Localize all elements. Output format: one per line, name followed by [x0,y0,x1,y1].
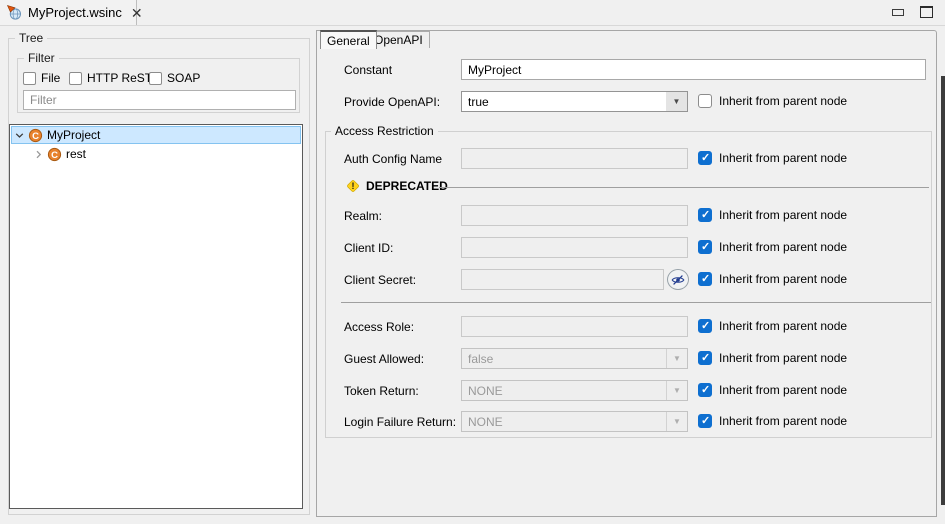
dropdown-arrow-icon: ▼ [666,381,687,400]
client-secret-label: Client Secret: [344,273,416,287]
login-failure-return-label: Login Failure Return: [344,415,456,429]
client-secret-inherit[interactable]: Inherit from parent node [698,272,847,286]
checkbox-soap[interactable]: SOAP [149,71,200,85]
context-node-icon: C [28,128,43,143]
auth-config-name-label: Auth Config Name [344,152,442,166]
tree-item-label: MyProject [47,128,100,142]
client-id-inherit[interactable]: Inherit from parent node [698,240,847,254]
client-secret-input [461,269,664,290]
soap-checkbox-label: SOAP [167,71,200,85]
inherit-label: Inherit from parent node [719,414,847,428]
right-scrollbar-thumb[interactable] [941,76,945,505]
checkbox-file[interactable]: File [23,71,60,85]
tab-general[interactable]: General [320,30,377,49]
inherit-checkbox[interactable] [698,351,712,365]
inherit-checkbox[interactable] [698,208,712,222]
login-failure-return-combo: NONE ▼ [461,411,688,432]
editor-tabbar: MyProject.wsinc ✕ [0,0,945,26]
tree-item-rest[interactable]: C rest [10,145,302,163]
dropdown-arrow-icon: ▼ [666,349,687,368]
constant-label: Constant [344,63,392,77]
tree-item-label: rest [66,147,86,161]
wsinc-file-icon [7,5,22,20]
svg-text:C: C [32,131,39,142]
http-rest-checkbox-label: HTTP ReST [87,71,152,85]
access-role-label: Access Role: [344,320,414,334]
tab-general-label: General [327,34,370,48]
checkbox-http-rest[interactable]: HTTP ReST [69,71,152,85]
inherit-label: Inherit from parent node [719,319,847,333]
login-failure-return-value: NONE [462,415,666,429]
inherit-label: Inherit from parent node [719,151,847,165]
http-rest-checkbox-box[interactable] [69,72,82,85]
soap-checkbox-box[interactable] [149,72,162,85]
token-return-combo: NONE ▼ [461,380,688,401]
file-checkbox-label: File [41,71,60,85]
minimize-icon[interactable] [892,9,904,16]
guest-allowed-label: Guest Allowed: [344,352,424,366]
tree-group-label: Tree [15,31,47,45]
provide-openapi-value: true [462,95,666,109]
inherit-checkbox[interactable] [698,383,712,397]
inherit-checkbox[interactable] [698,319,712,333]
filter-group: Filter File HTTP ReST SOAP [17,58,300,113]
chevron-down-icon[interactable] [12,131,26,140]
client-id-label: Client ID: [344,241,393,255]
realm-inherit[interactable]: Inherit from parent node [698,208,847,222]
inherit-checkbox[interactable] [698,151,712,165]
guest-allowed-value: false [462,352,666,366]
eye-slash-icon[interactable] [667,269,689,290]
token-return-label: Token Return: [344,384,419,398]
inherit-checkbox[interactable] [698,414,712,428]
inherit-label: Inherit from parent node [719,272,847,286]
warning-icon: ! [345,178,361,197]
inherit-label: Inherit from parent node [719,240,847,254]
token-return-value: NONE [462,384,666,398]
deprecated-label: DEPRECATED [366,179,448,193]
inherit-label: Inherit from parent node [719,351,847,365]
auth-config-name-input [461,148,688,169]
inherit-label: Inherit from parent node [719,208,847,222]
file-checkbox-box[interactable] [23,72,36,85]
editor-tab-myproject-wsinc[interactable]: MyProject.wsinc ✕ [0,0,137,25]
maximize-icon[interactable] [920,6,933,18]
tab-openapi-label: OpenAPI [374,33,423,47]
properties-panel: General OpenAPI Constant Provide OpenAPI… [316,30,937,517]
provide-openapi-label: Provide OpenAPI: [344,95,440,109]
inherit-checkbox[interactable] [698,94,712,108]
section-divider [341,302,931,303]
login-failure-return-inherit[interactable]: Inherit from parent node [698,414,847,428]
client-id-input [461,237,688,258]
auth-config-name-inherit[interactable]: Inherit from parent node [698,151,847,165]
provide-openapi-inherit[interactable]: Inherit from parent node [698,94,847,108]
realm-input [461,205,688,226]
filter-group-label: Filter [24,51,59,65]
inherit-label: Inherit from parent node [719,94,847,108]
constant-input[interactable] [461,59,926,80]
inherit-checkbox[interactable] [698,240,712,254]
guest-allowed-combo: false ▼ [461,348,688,369]
access-role-inherit[interactable]: Inherit from parent node [698,319,847,333]
dropdown-arrow-icon[interactable]: ▼ [666,92,687,111]
realm-label: Realm: [344,209,382,223]
inherit-checkbox[interactable] [698,272,712,286]
token-return-inherit[interactable]: Inherit from parent node [698,383,847,397]
guest-allowed-inherit[interactable]: Inherit from parent node [698,351,847,365]
access-role-input [461,316,688,337]
context-node-icon: C [47,147,62,162]
svg-text:!: ! [352,181,355,191]
provide-openapi-combo[interactable]: true ▼ [461,91,688,112]
tree-view[interactable]: C MyProject C rest [9,124,303,509]
dropdown-arrow-icon: ▼ [666,412,687,431]
inherit-label: Inherit from parent node [719,383,847,397]
close-icon[interactable]: ✕ [131,6,143,20]
editor-tab-title: MyProject.wsinc [28,5,122,20]
deprecated-divider [439,187,929,188]
access-restriction-label: Access Restriction [331,124,438,138]
chevron-right-icon[interactable] [31,150,45,159]
filter-input[interactable] [23,90,296,110]
tree-item-myproject[interactable]: C MyProject [11,126,301,144]
svg-text:C: C [51,150,58,161]
